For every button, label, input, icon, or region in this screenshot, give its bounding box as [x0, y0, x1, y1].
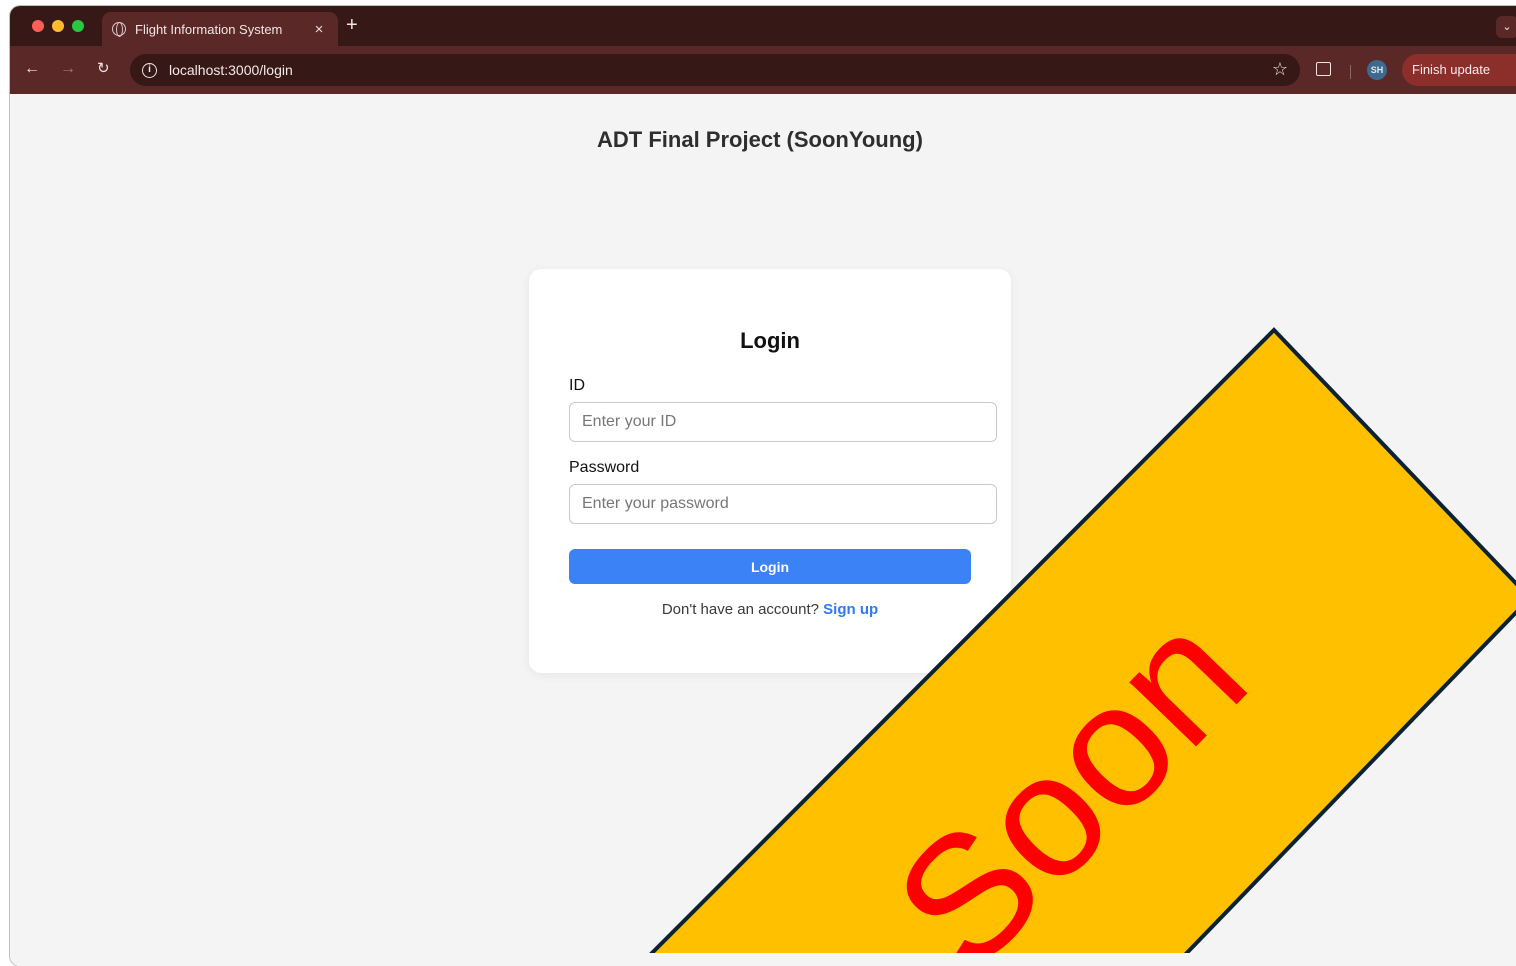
minimize-window-button[interactable]: [52, 20, 64, 32]
close-tab-icon[interactable]: ×: [310, 21, 328, 38]
tab-search-button[interactable]: ⌄: [1496, 16, 1516, 38]
info-icon[interactable]: i: [142, 62, 157, 78]
id-input[interactable]: [569, 402, 997, 442]
page-content: ADT Final Project (SoonYoung) Login ID P…: [10, 94, 1516, 966]
id-label: ID: [569, 377, 585, 394]
tab-strip: Flight Information System × + ⌄: [10, 6, 1516, 46]
finish-update-button[interactable]: Finish update ⋮: [1402, 54, 1516, 86]
toolbar-divider: [1350, 65, 1351, 79]
password-label: Password: [569, 459, 640, 476]
arrow-right-icon[interactable]: →: [60, 60, 76, 78]
password-input[interactable]: [569, 484, 997, 524]
profile-avatar[interactable]: SH: [1367, 60, 1387, 80]
browser-tab[interactable]: Flight Information System ×: [102, 12, 338, 46]
tab-title: Flight Information System: [135, 21, 283, 37]
signup-link[interactable]: Sign up: [823, 601, 878, 618]
browser-window: Flight Information System × + ⌄ ← → ↻ i …: [10, 6, 1516, 966]
url-text[interactable]: localhost:3000/login: [169, 62, 293, 78]
signup-row: Don't have an account? Sign up: [529, 601, 1011, 618]
star-icon[interactable]: ☆: [1272, 59, 1288, 80]
login-card: Login ID Password Login Don't have an ac…: [529, 269, 1011, 673]
browser-toolbar: ← → ↻ i localhost:3000/login ☆ SH Finish…: [10, 46, 1516, 94]
globe-icon: [112, 22, 126, 37]
login-button[interactable]: Login: [569, 549, 971, 584]
finish-update-label: Finish update: [1412, 62, 1491, 77]
page-title: ADT Final Project (SoonYoung): [597, 127, 923, 152]
signup-prompt: Don't have an account?: [661, 601, 819, 618]
close-window-button[interactable]: [32, 20, 44, 32]
address-bar[interactable]: i localhost:3000/login ☆: [130, 54, 1300, 86]
reload-icon[interactable]: ↻: [97, 60, 110, 78]
puzzle-icon[interactable]: [1316, 62, 1331, 76]
login-heading: Login: [740, 328, 800, 353]
new-tab-button[interactable]: +: [346, 15, 358, 35]
arrow-left-icon[interactable]: ←: [24, 60, 40, 78]
zoom-window-button[interactable]: [72, 20, 84, 32]
